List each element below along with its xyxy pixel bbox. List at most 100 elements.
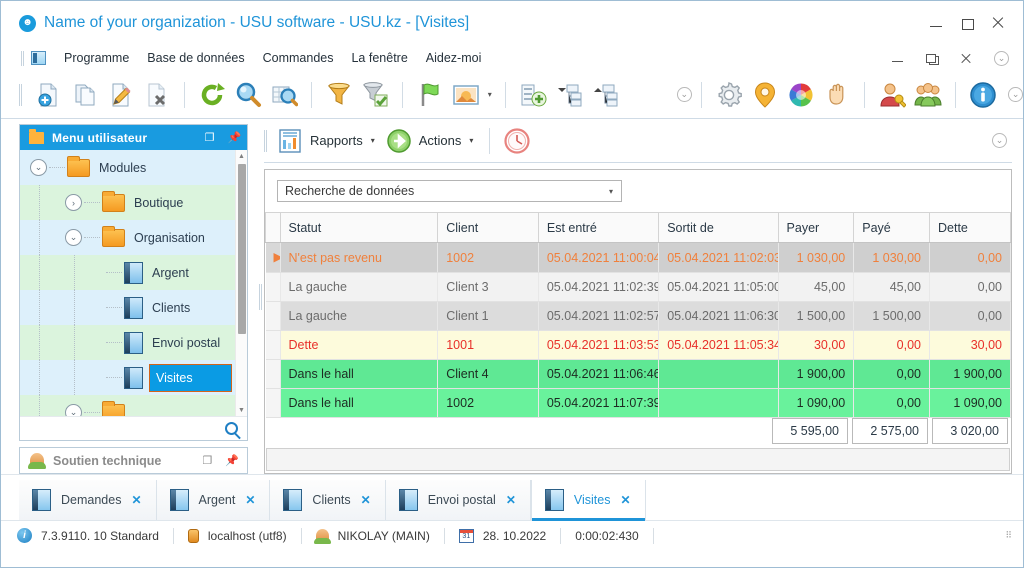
chevron-down-circle-icon[interactable]: ⌄ (992, 133, 1007, 148)
expander-down-icon[interactable]: ⌄ (65, 229, 82, 246)
column-header-payer[interactable]: Payer (777, 212, 855, 243)
toolbar-overflow-chevron-icon[interactable]: ⌄ (676, 87, 692, 102)
close-icon[interactable] (991, 16, 1005, 30)
chevron-down-icon[interactable]: ▾ (469, 136, 473, 145)
chevron-down-icon[interactable]: ▾ (371, 136, 375, 145)
scroll-down-icon[interactable]: ▼ (236, 404, 247, 416)
tab-demandes[interactable]: Demandes ✕ (19, 480, 157, 520)
table-row[interactable]: Dans le hall Client 4 05.04.2021 11:06:4… (265, 359, 1011, 389)
refresh-icon[interactable] (194, 77, 230, 113)
grid-horizontal-scrollbar[interactable] (266, 448, 1010, 471)
search-value: Recherche de données (285, 184, 415, 198)
magnifier-icon[interactable] (225, 422, 238, 435)
close-icon[interactable]: ✕ (245, 493, 255, 507)
close-icon[interactable]: ✕ (131, 493, 141, 507)
restore-icon[interactable]: ❐ (202, 454, 212, 467)
table-row[interactable]: La gauche Client 3 05.04.2021 11:02:39 0… (265, 272, 1011, 302)
copy-document-icon[interactable] (67, 77, 103, 113)
tab-argent[interactable]: Argent ✕ (156, 480, 271, 520)
reports-button[interactable]: Rapports ▾ (273, 125, 382, 157)
mdi-restore-icon[interactable] (926, 52, 939, 65)
close-icon[interactable]: ✕ (620, 493, 630, 507)
chevron-down-circle-icon[interactable]: ⌄ (994, 50, 1009, 66)
color-wheel-icon[interactable] (783, 77, 819, 113)
expander-right-icon[interactable]: › (65, 194, 82, 211)
pin-icon[interactable]: 📌 (228, 131, 242, 144)
scroll-up-icon[interactable]: ▲ (236, 150, 247, 162)
document-tab-bar: Demandes ✕ Argent ✕ Clients ✕ Envoi post… (1, 474, 1023, 521)
tree-item-envoi-postal[interactable]: Envoi postal (20, 325, 235, 360)
tab-envoi-postal[interactable]: Envoi postal ✕ (385, 480, 531, 520)
tree-item-organisation[interactable]: ⌄ Organisation (20, 220, 235, 255)
toolbar-drag-grip[interactable] (19, 83, 22, 106)
column-header-statut[interactable]: Statut (279, 212, 439, 243)
map-pin-icon[interactable] (747, 77, 783, 113)
column-header-paye[interactable]: Payé (853, 212, 930, 243)
mdi-minimize-icon[interactable] (892, 52, 905, 65)
column-header-dette[interactable]: Dette (929, 212, 1011, 243)
table-row[interactable]: Dette 1001 05.04.2021 11:03:53 05.04.202… (265, 330, 1011, 360)
filter-apply-icon[interactable] (357, 77, 393, 113)
sidebar-splitter[interactable] (256, 119, 264, 474)
menu-item-base-de-donnees[interactable]: Base de données (138, 49, 253, 67)
search-input[interactable]: Recherche de données ▾ (277, 180, 622, 202)
tree-item-argent[interactable]: Argent (20, 255, 235, 290)
flag-icon[interactable] (412, 77, 448, 113)
resize-grip[interactable]: ⠿ (1005, 531, 1023, 540)
cell-payer: 45,00 (778, 272, 855, 302)
delete-document-icon[interactable] (139, 77, 175, 113)
tree-item-boutique[interactable]: › Boutique (20, 185, 235, 220)
restore-icon[interactable]: ❐ (203, 131, 216, 144)
tree-item-partial[interactable]: ⌄ (20, 395, 235, 416)
close-icon[interactable]: ✕ (361, 493, 371, 507)
add-row-icon[interactable] (515, 77, 551, 113)
ribbon-drag-grip[interactable] (264, 129, 267, 152)
column-header-client[interactable]: Client (437, 212, 539, 243)
user-key-icon[interactable] (874, 77, 910, 113)
scrollbar-thumb[interactable] (238, 164, 246, 334)
info-icon[interactable] (965, 77, 1001, 113)
tree-vertical-scrollbar[interactable]: ▲ ▼ (235, 150, 247, 416)
image-icon[interactable] (448, 77, 484, 113)
expand-tree-icon[interactable] (551, 77, 587, 113)
tab-clients[interactable]: Clients ✕ (270, 480, 386, 520)
actions-button[interactable]: Actions ▾ (382, 125, 481, 157)
table-row[interactable]: ▶ N'est pas revenu 1002 05.04.2021 11:00… (265, 242, 1011, 273)
pin-icon[interactable]: 📌 (225, 454, 239, 467)
tree-item-clients[interactable]: Clients (20, 290, 235, 325)
hand-icon[interactable] (819, 77, 855, 113)
toolbar-overflow-chevron-icon-2[interactable]: ⌄ (1008, 87, 1023, 102)
edit-document-icon[interactable] (103, 77, 139, 113)
tree-item-modules[interactable]: ⌄ Modules (20, 150, 235, 185)
expander-down-icon[interactable]: ⌄ (65, 404, 82, 416)
menu-drag-grip[interactable] (21, 50, 24, 66)
users-group-icon[interactable] (910, 77, 946, 113)
search-icon[interactable] (230, 77, 266, 113)
column-header-sortit-de[interactable]: Sortit de (658, 212, 779, 243)
mdi-close-icon[interactable] (960, 52, 973, 65)
clock-button[interactable] (499, 124, 538, 158)
table-search-icon[interactable] (266, 77, 302, 113)
menu-item-programme[interactable]: Programme (55, 49, 138, 67)
settings-gear-icon[interactable] (711, 77, 747, 113)
green-arrow-icon (387, 128, 411, 153)
menu-item-commandes[interactable]: Commandes (254, 49, 343, 67)
collapse-tree-icon[interactable] (587, 77, 623, 113)
maximize-icon[interactable] (960, 16, 974, 30)
column-header-est-entre[interactable]: Est entré (537, 212, 660, 243)
menu-item-aidez-moi[interactable]: Aidez-moi (417, 49, 491, 67)
expander-down-icon[interactable]: ⌄ (30, 159, 47, 176)
chevron-down-icon[interactable]: ▾ (609, 187, 617, 196)
tab-visites[interactable]: Visites ✕ (530, 480, 646, 521)
menu-item-la-fenetre[interactable]: La fenêtre (342, 49, 416, 67)
status-separator (443, 527, 445, 544)
new-document-icon[interactable] (31, 77, 67, 113)
minimize-icon[interactable] (929, 16, 943, 30)
table-row[interactable]: Dans le hall 1002 05.04.2021 11:07:39 1 … (265, 388, 1011, 418)
close-icon[interactable]: ✕ (506, 493, 516, 507)
support-panel[interactable]: Soutien technique ❐ 📌 (19, 447, 248, 474)
image-dropdown-caret-icon[interactable]: ▾ (484, 77, 496, 113)
table-row[interactable]: La gauche Client 1 05.04.2021 11:02:57 0… (265, 301, 1011, 331)
tree-item-visites[interactable]: Visites (20, 360, 235, 395)
filter-icon[interactable] (321, 77, 357, 113)
